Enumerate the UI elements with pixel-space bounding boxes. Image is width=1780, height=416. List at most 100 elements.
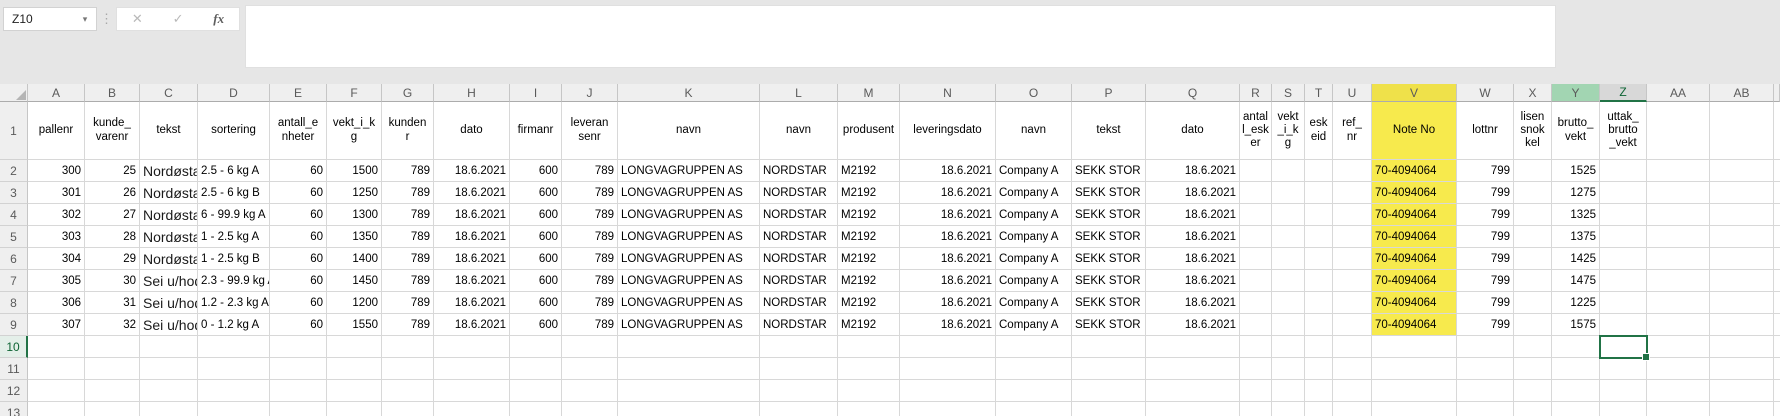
cell-C2[interactable]: Nordøsta	[140, 160, 198, 182]
cell-B12[interactable]	[85, 380, 140, 402]
cell-S5[interactable]	[1272, 226, 1305, 248]
cell-Y4[interactable]: 1325	[1552, 204, 1600, 226]
cell-M11[interactable]	[838, 358, 900, 380]
cell-M7[interactable]: M2192	[838, 270, 900, 292]
cell-C7[interactable]: Sei u/hod	[140, 270, 198, 292]
cell-M4[interactable]: M2192	[838, 204, 900, 226]
cell-K8[interactable]: LONGVAGRUPPEN AS	[618, 292, 760, 314]
cell-F6[interactable]: 1400	[327, 248, 382, 270]
cell-N13[interactable]	[900, 402, 996, 416]
cell-T1[interactable]: esk eid	[1305, 102, 1333, 160]
cell-N9[interactable]: 18.6.2021	[900, 314, 996, 336]
cell-M10[interactable]	[838, 336, 900, 358]
insert-function-icon[interactable]: fx	[213, 11, 224, 27]
cell-J4[interactable]: 789	[562, 204, 618, 226]
cell-Y6[interactable]: 1425	[1552, 248, 1600, 270]
cell-V2[interactable]: 70-4094064	[1372, 160, 1457, 182]
column-header-B[interactable]: B	[85, 84, 140, 102]
cell-S4[interactable]	[1272, 204, 1305, 226]
cell-R6[interactable]	[1240, 248, 1272, 270]
cell-C12[interactable]	[140, 380, 198, 402]
cell-E4[interactable]: 60	[270, 204, 327, 226]
cell-L11[interactable]	[760, 358, 838, 380]
cell-Z12[interactable]	[1600, 380, 1647, 402]
cell-H3[interactable]: 18.6.2021	[434, 182, 510, 204]
cell-B7[interactable]: 30	[85, 270, 140, 292]
cell-Y2[interactable]: 1525	[1552, 160, 1600, 182]
cell-T5[interactable]	[1305, 226, 1333, 248]
cell-T10[interactable]	[1305, 336, 1333, 358]
cell-Q11[interactable]	[1146, 358, 1240, 380]
cell-S6[interactable]	[1272, 248, 1305, 270]
cell-P12[interactable]	[1072, 380, 1146, 402]
cell-Y9[interactable]: 1575	[1552, 314, 1600, 336]
column-header-G[interactable]: G	[382, 84, 434, 102]
row-header-5[interactable]: 5	[0, 226, 28, 248]
cell-AA10[interactable]	[1647, 336, 1710, 358]
cell-AB11[interactable]	[1710, 358, 1774, 380]
cell-P8[interactable]: SEKK STOR	[1072, 292, 1146, 314]
cell-G3[interactable]: 789	[382, 182, 434, 204]
cell-G10[interactable]	[382, 336, 434, 358]
cell-O10[interactable]	[996, 336, 1072, 358]
cell-M12[interactable]	[838, 380, 900, 402]
cell-N3[interactable]: 18.6.2021	[900, 182, 996, 204]
cell-F3[interactable]: 1250	[327, 182, 382, 204]
cell-X1[interactable]: lisen snok kel	[1514, 102, 1552, 160]
cell-D3[interactable]: 2.5 - 6 kg B	[198, 182, 270, 204]
cell-N5[interactable]: 18.6.2021	[900, 226, 996, 248]
cell-R5[interactable]	[1240, 226, 1272, 248]
cell-I7[interactable]: 600	[510, 270, 562, 292]
cell-U8[interactable]	[1333, 292, 1372, 314]
column-header-N[interactable]: N	[900, 84, 996, 102]
cell-D5[interactable]: 1 - 2.5 kg A	[198, 226, 270, 248]
cell-B8[interactable]: 31	[85, 292, 140, 314]
cell-L6[interactable]: NORDSTAR	[760, 248, 838, 270]
cell-AB7[interactable]	[1710, 270, 1774, 292]
cell-Y12[interactable]	[1552, 380, 1600, 402]
row-header-1[interactable]: 1	[0, 102, 28, 160]
cell-X8[interactable]	[1514, 292, 1552, 314]
cell-P7[interactable]: SEKK STOR	[1072, 270, 1146, 292]
cell-AA5[interactable]	[1647, 226, 1710, 248]
cell-R7[interactable]	[1240, 270, 1272, 292]
cell-U5[interactable]	[1333, 226, 1372, 248]
cell-H13[interactable]	[434, 402, 510, 416]
cell-P10[interactable]	[1072, 336, 1146, 358]
cell-P11[interactable]	[1072, 358, 1146, 380]
cell-AB5[interactable]	[1710, 226, 1774, 248]
cell-G9[interactable]: 789	[382, 314, 434, 336]
cell-T8[interactable]	[1305, 292, 1333, 314]
cell-W9[interactable]: 799	[1457, 314, 1514, 336]
cell-F4[interactable]: 1300	[327, 204, 382, 226]
cell-Q4[interactable]: 18.6.2021	[1146, 204, 1240, 226]
cell-I12[interactable]	[510, 380, 562, 402]
cell-T3[interactable]	[1305, 182, 1333, 204]
cell-Z8[interactable]	[1600, 292, 1647, 314]
cell-A6[interactable]: 304	[28, 248, 85, 270]
cell-E2[interactable]: 60	[270, 160, 327, 182]
cancel-icon[interactable]: ✕	[132, 11, 143, 27]
column-header-T[interactable]: T	[1305, 84, 1333, 102]
cell-D2[interactable]: 2.5 - 6 kg A	[198, 160, 270, 182]
cell-O5[interactable]: Company A	[996, 226, 1072, 248]
cell-C4[interactable]: Nordøsta	[140, 204, 198, 226]
cell-N2[interactable]: 18.6.2021	[900, 160, 996, 182]
cell-W1[interactable]: lottnr	[1457, 102, 1514, 160]
cell-D9[interactable]: 0 - 1.2 kg A	[198, 314, 270, 336]
cell-F5[interactable]: 1350	[327, 226, 382, 248]
column-header-J[interactable]: J	[562, 84, 618, 102]
cell-W10[interactable]	[1457, 336, 1514, 358]
cell-B6[interactable]: 29	[85, 248, 140, 270]
cell-Y3[interactable]: 1275	[1552, 182, 1600, 204]
cell-H5[interactable]: 18.6.2021	[434, 226, 510, 248]
cell-J10[interactable]	[562, 336, 618, 358]
cell-AB12[interactable]	[1710, 380, 1774, 402]
cell-X13[interactable]	[1514, 402, 1552, 416]
cell-E9[interactable]: 60	[270, 314, 327, 336]
cell-H2[interactable]: 18.6.2021	[434, 160, 510, 182]
cell-I13[interactable]	[510, 402, 562, 416]
cell-A10[interactable]	[28, 336, 85, 358]
cell-Q6[interactable]: 18.6.2021	[1146, 248, 1240, 270]
cell-S10[interactable]	[1272, 336, 1305, 358]
